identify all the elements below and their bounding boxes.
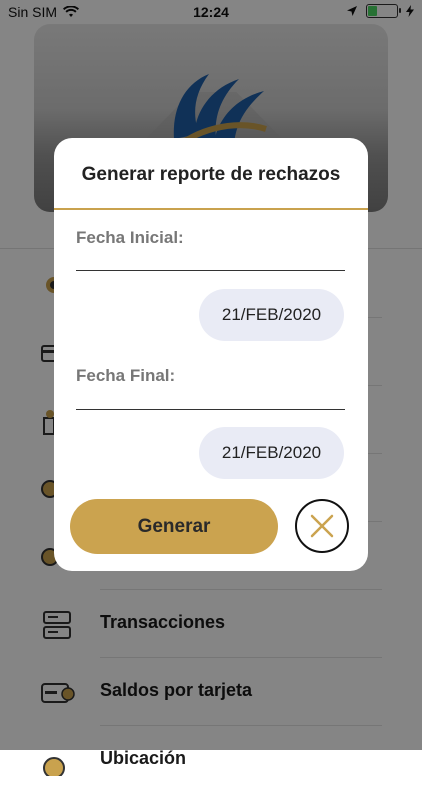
menu-item-label: Ubicación — [100, 748, 187, 768]
start-date-picker[interactable]: 21/FEB/2020 — [199, 289, 344, 341]
close-icon — [310, 514, 334, 538]
report-dialog: Generar reporte de rechazos Fecha Inicia… — [54, 138, 368, 571]
end-date-underline — [76, 409, 345, 410]
start-date-underline — [76, 270, 345, 271]
generate-button[interactable]: Generar — [70, 499, 278, 554]
end-date-picker[interactable]: 21/FEB/2020 — [199, 427, 344, 479]
dialog-title: Generar reporte de rechazos — [81, 164, 341, 185]
close-button[interactable] — [295, 499, 349, 553]
title-divider — [54, 208, 368, 210]
start-date-label: Fecha Inicial: — [76, 228, 184, 247]
end-date-label: Fecha Final: — [76, 366, 176, 385]
location-icon — [43, 757, 65, 776]
